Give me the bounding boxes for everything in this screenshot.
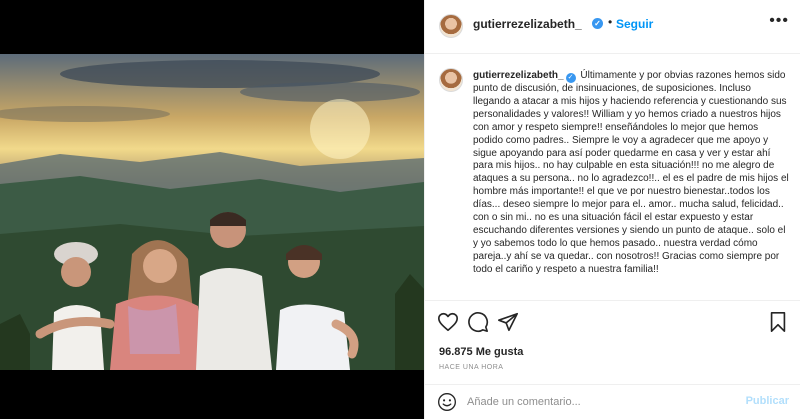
emoji-icon[interactable]: [437, 392, 457, 412]
verified-badge-icon: ✓: [592, 18, 603, 29]
post-header: gutierrezelizabeth_ ✓ • Seguir •••: [425, 0, 800, 54]
instagram-post-window: gutierrezelizabeth_ ✓ • Seguir ••• gutie…: [0, 0, 800, 419]
avatar[interactable]: [439, 14, 463, 38]
caption-section: gutierrezelizabeth_ ✓ Últimamente y por o…: [425, 54, 800, 300]
comment-bar: Publicar: [425, 384, 800, 419]
header-username[interactable]: gutierrezelizabeth_: [473, 17, 582, 31]
caption-username[interactable]: gutierrezelizabeth_: [473, 70, 564, 81]
publish-button[interactable]: Publicar: [746, 395, 789, 407]
post-photo[interactable]: [0, 54, 424, 370]
post-timestamp[interactable]: HACE UNA HORA: [439, 364, 503, 371]
post-media: [0, 0, 424, 419]
share-icon[interactable]: [497, 311, 519, 333]
caption-text: Últimamente y por obvias razones hemos s…: [473, 70, 789, 275]
caption-text-block: gutierrezelizabeth_ ✓ Últimamente y por o…: [473, 70, 789, 277]
more-options-button[interactable]: •••: [769, 12, 789, 30]
likes-count[interactable]: 96.875 Me gusta: [439, 346, 523, 358]
family-photo-illustration: [0, 60, 424, 370]
heart-icon[interactable]: [437, 311, 459, 333]
post-details-panel: gutierrezelizabeth_ ✓ • Seguir ••• gutie…: [424, 0, 800, 419]
follow-button[interactable]: Seguir: [616, 17, 653, 31]
caption-avatar[interactable]: [439, 68, 463, 92]
action-bar: [425, 300, 800, 344]
comment-icon[interactable]: [467, 311, 489, 333]
comment-input[interactable]: [467, 394, 737, 410]
bookmark-icon[interactable]: [767, 311, 789, 333]
verified-inline-icon: ✓: [565, 73, 576, 83]
separator-dot: •: [608, 15, 613, 29]
